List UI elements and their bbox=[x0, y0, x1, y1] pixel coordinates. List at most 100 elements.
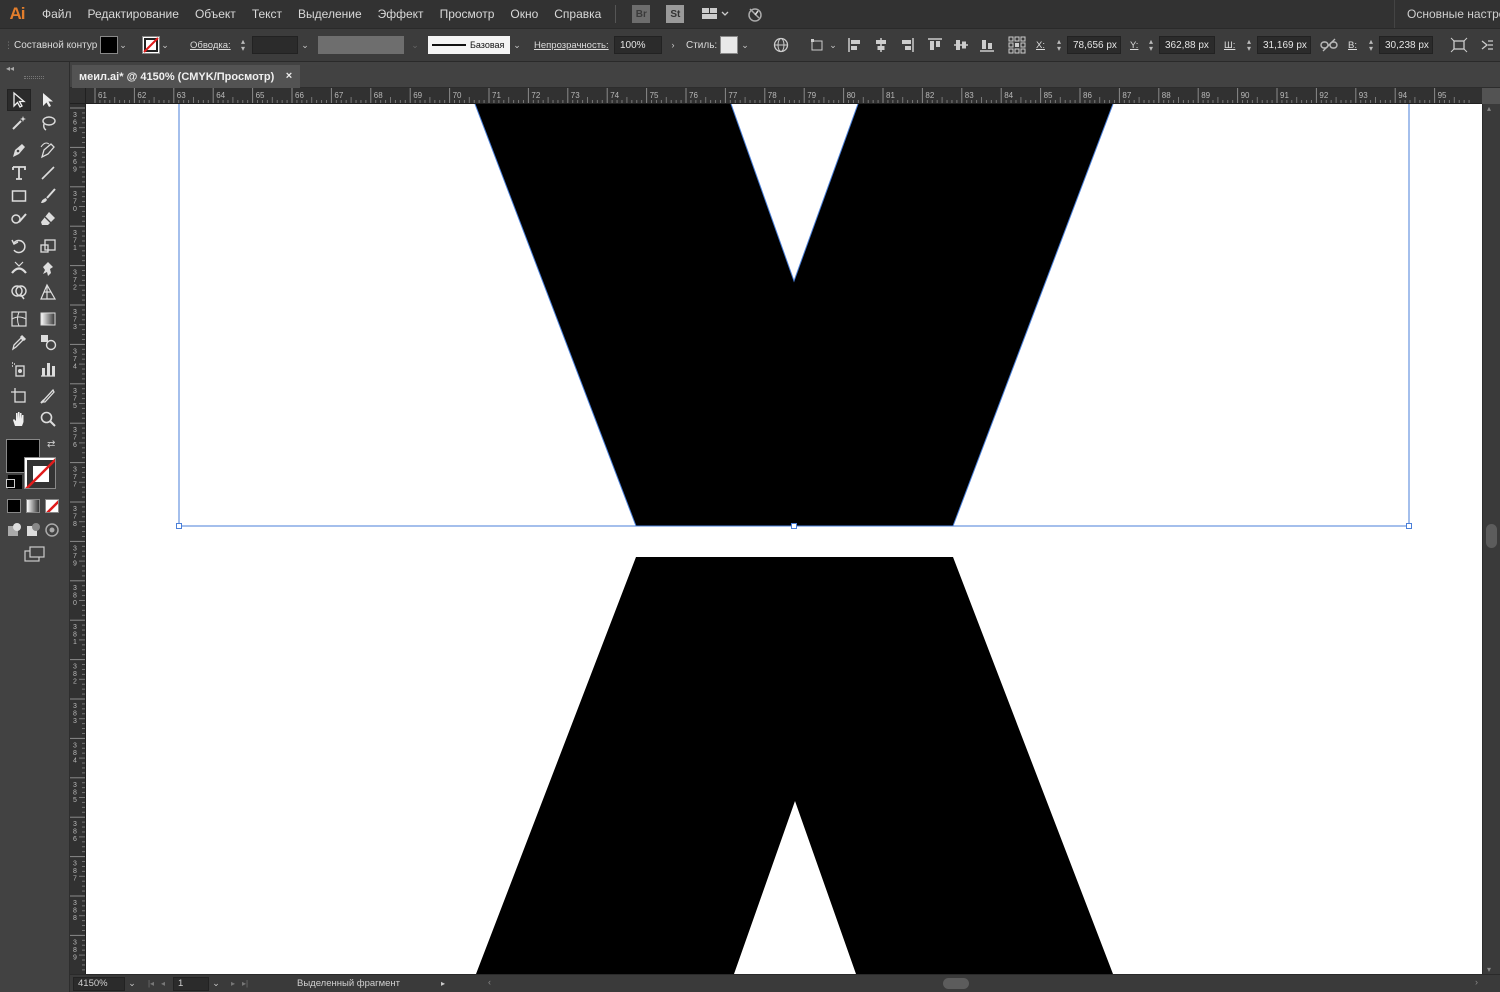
slice-tool[interactable] bbox=[36, 385, 60, 407]
align-vcenter-button[interactable] bbox=[952, 29, 970, 61]
line-segment-tool[interactable] bbox=[36, 162, 60, 184]
draw-normal-button[interactable] bbox=[4, 521, 24, 539]
variable-width-control[interactable]: ⌄ bbox=[318, 29, 420, 61]
align-top-icon[interactable] bbox=[926, 36, 944, 54]
magic-wand-tool[interactable] bbox=[7, 112, 31, 134]
fill-control[interactable]: ⌄ bbox=[100, 29, 128, 61]
graphic-style-swatch[interactable] bbox=[720, 36, 738, 54]
stroke-color-box[interactable] bbox=[24, 457, 56, 489]
width-control[interactable]: ▴ ▾ 31,169 px bbox=[1244, 29, 1311, 61]
arrange-documents-icon[interactable] bbox=[700, 5, 730, 23]
scale-tool[interactable] bbox=[36, 235, 60, 257]
scroll-up-icon[interactable]: ▴ bbox=[1487, 104, 1491, 113]
shape-builder-tool[interactable] bbox=[7, 281, 31, 303]
vertical-ruler[interactable]: 368 369 370 371 372 373 374 375 376 377 378 379 380 3… bbox=[70, 104, 86, 974]
selection-tool[interactable] bbox=[7, 89, 31, 111]
next-artboard-icon[interactable]: ▸ bbox=[227, 979, 239, 988]
chevron-down-icon[interactable]: ⌄ bbox=[410, 40, 420, 51]
previous-artboard-icon[interactable]: ◂ bbox=[157, 979, 169, 988]
scroll-right-icon[interactable]: › bbox=[1475, 977, 1478, 987]
brush-profile-control[interactable]: Базовая ⌄ bbox=[428, 29, 522, 61]
draw-behind-button[interactable] bbox=[23, 521, 43, 539]
globe-icon[interactable] bbox=[772, 36, 790, 54]
menu-effect[interactable]: Эффект bbox=[370, 0, 432, 28]
fill-swatch[interactable] bbox=[100, 36, 118, 54]
last-artboard-icon[interactable]: ▸| bbox=[239, 979, 251, 988]
shaper-tool[interactable] bbox=[7, 208, 31, 230]
chevron-down-icon[interactable]: ⌄ bbox=[740, 40, 750, 51]
recolor-artwork-button[interactable] bbox=[772, 29, 790, 61]
hand-tool[interactable] bbox=[7, 408, 31, 430]
x-input[interactable]: 78,656 px bbox=[1067, 36, 1121, 54]
rectangle-tool[interactable] bbox=[7, 185, 31, 207]
height-control[interactable]: ▴ ▾ 30,238 px bbox=[1366, 29, 1433, 61]
x-control[interactable]: ▴ ▾ 78,656 px bbox=[1054, 29, 1121, 61]
reference-point-button[interactable] bbox=[1008, 29, 1026, 61]
panel-menu-button[interactable] bbox=[1478, 29, 1496, 61]
align-bottom-icon[interactable] bbox=[978, 36, 996, 54]
align-hcenter-button[interactable] bbox=[872, 29, 890, 61]
gradient-mode-button[interactable] bbox=[26, 499, 40, 513]
chevron-down-icon[interactable]: ⌄ bbox=[211, 978, 221, 989]
align-bottom-button[interactable] bbox=[978, 29, 996, 61]
chevron-down-icon[interactable]: ⌄ bbox=[160, 40, 170, 51]
first-artboard-icon[interactable]: |◂ bbox=[145, 979, 157, 988]
direct-selection-tool[interactable] bbox=[36, 89, 60, 111]
stepper-icon[interactable]: ▴ ▾ bbox=[1146, 38, 1156, 53]
y-input[interactable]: 362,88 px bbox=[1159, 36, 1215, 54]
artboard-canvas[interactable] bbox=[86, 104, 1482, 974]
bridge-icon[interactable]: Br bbox=[632, 5, 651, 23]
brush-profile-preview[interactable]: Базовая bbox=[428, 36, 510, 54]
stepper-icon[interactable]: ▴ ▾ bbox=[1054, 38, 1064, 53]
screen-mode-button[interactable] bbox=[22, 544, 48, 564]
column-graph-tool[interactable] bbox=[36, 358, 60, 380]
draw-inside-button[interactable] bbox=[42, 521, 62, 539]
align-top-button[interactable] bbox=[926, 29, 944, 61]
chevron-down-icon[interactable]: ⌄ bbox=[512, 40, 522, 51]
vertical-scrollbar[interactable]: ▴ ▾ bbox=[1482, 104, 1500, 974]
stepper-icon[interactable]: ▴ ▾ bbox=[238, 38, 248, 53]
reference-point-icon[interactable] bbox=[1008, 36, 1026, 54]
workspace-switcher[interactable]: Основные настро bbox=[1394, 0, 1500, 28]
default-colors-icon[interactable] bbox=[6, 479, 15, 488]
stroke-label[interactable]: Обводка: bbox=[190, 29, 231, 61]
gradient-tool[interactable] bbox=[36, 308, 60, 330]
link-icon[interactable] bbox=[1320, 36, 1338, 54]
y-label[interactable]: Y: bbox=[1130, 29, 1138, 61]
blend-tool[interactable] bbox=[36, 331, 60, 353]
swap-fill-stroke-icon[interactable]: ⇄ bbox=[47, 439, 55, 450]
panel-menu-icon[interactable] bbox=[1478, 36, 1496, 54]
chevron-down-icon[interactable]: ⌄ bbox=[118, 40, 128, 51]
vertical-scroll-thumb[interactable] bbox=[1486, 524, 1497, 548]
y-control[interactable]: ▴ ▾ 362,88 px bbox=[1146, 29, 1215, 61]
align-vertical-center-icon[interactable] bbox=[952, 36, 970, 54]
stock-icon[interactable]: St bbox=[666, 5, 685, 23]
zoom-level-field[interactable]: 4150% bbox=[73, 976, 125, 991]
align-left-button[interactable] bbox=[846, 29, 864, 61]
horizontal-ruler[interactable]: 61 62 63 64 65 66 67 68 69 70 71 72 73 74 75 76 77 78 79 80… bbox=[86, 88, 1482, 104]
artboard-tool[interactable] bbox=[7, 385, 31, 407]
scroll-down-icon[interactable]: ▾ bbox=[1487, 965, 1491, 974]
menu-object[interactable]: Объект bbox=[187, 0, 244, 28]
bounding-box-handle[interactable] bbox=[791, 523, 797, 529]
chevron-down-icon[interactable]: ⌄ bbox=[300, 40, 310, 51]
stroke-weight-control[interactable]: ▴ ▾ ⌄ bbox=[238, 29, 310, 61]
scroll-left-icon[interactable]: ‹ bbox=[488, 977, 491, 987]
symbol-sprayer-tool[interactable] bbox=[7, 358, 31, 380]
document-tab[interactable]: меил.ai* @ 4150% (CMYK/Просмотр) × bbox=[72, 65, 300, 88]
horizontal-scroll-thumb[interactable] bbox=[943, 978, 969, 989]
none-mode-button[interactable] bbox=[45, 499, 59, 513]
lasso-tool[interactable] bbox=[36, 112, 60, 134]
stepper-icon[interactable]: ▴ ▾ bbox=[1366, 38, 1376, 53]
perspective-grid-tool[interactable] bbox=[36, 281, 60, 303]
height-label[interactable]: В: bbox=[1348, 29, 1357, 61]
opacity-input[interactable]: 100% bbox=[614, 36, 662, 54]
bounding-box-handle[interactable] bbox=[1406, 523, 1412, 529]
puppet-warp-tool[interactable] bbox=[36, 258, 60, 280]
chevron-down-icon[interactable]: ⌄ bbox=[828, 40, 838, 51]
pen-tool[interactable] bbox=[7, 139, 31, 161]
bounding-box-handle[interactable] bbox=[176, 523, 182, 529]
rotate-tool[interactable] bbox=[7, 235, 31, 257]
eyedropper-tool[interactable] bbox=[7, 331, 31, 353]
transform-align-button[interactable]: ⌄ bbox=[810, 29, 838, 61]
